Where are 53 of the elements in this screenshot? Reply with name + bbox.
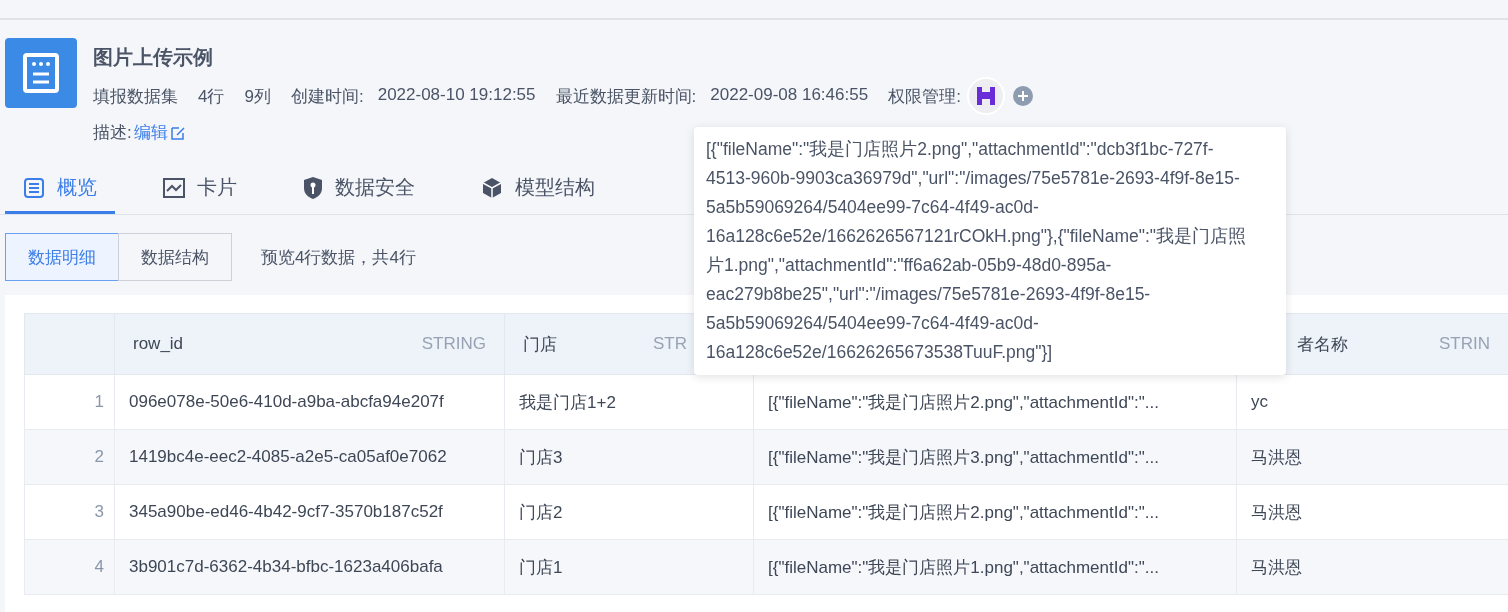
description-label: 描述: — [93, 122, 132, 144]
row-count: 4行 — [198, 85, 225, 108]
table-cell: 马洪恩 — [1236, 484, 1508, 540]
table-cell: [{"fileName":"我是门店照片3.png","attachmentId":"... — [753, 429, 1237, 485]
table-cell: 345a90be-ed46-4b42-9cf7-3570b187c52f — [114, 484, 505, 540]
column-type: STR — [653, 334, 687, 354]
cell-tooltip: [{"fileName":"我是门店照片2.png","attachmentId":"dcb3f1bc-727f-4513-960b-9903ca36979d","url":"/images/75e5781e-2693-4f9f-8e15-5a5b59069264/5404ee99-7c64-4f49-ac0d-16a128c6e52e/1662626567121rCOkH.png"},{"fileName":"我是门店照片1.png","attachmentId":"ff6a62ab-05b9-48d0-895a-eac279b8be25","url":"/images/75e5781e-2693-4f9f-8e15-5a5b59069264/5404ee99-7c64-4f49-ac0d-16a128c6e52e/16626265673538TuuF.png"}] — [694, 127, 1286, 375]
table-cell: 我是门店1+2 — [504, 374, 754, 430]
column-type: STRIN — [1439, 334, 1490, 354]
table-cell: [{"fileName":"我是门店照片2.png","attachmentId":"... — [753, 484, 1237, 540]
row-number: 1 — [24, 374, 115, 430]
table-cell: [{"fileName":"我是门店照片2.png","attachmentId":"... — [753, 374, 1237, 430]
table-cell: 门店3 — [504, 429, 754, 485]
add-icon[interactable] — [1012, 86, 1033, 106]
column-label: row_id — [133, 334, 184, 354]
tab[interactable]: 卡片 — [145, 164, 255, 214]
list-icon — [23, 176, 45, 199]
view-toggle[interactable]: 数据结构 — [118, 233, 232, 281]
dataset-title: 图片上传示例 — [93, 45, 214, 70]
table-cell: 门店2 — [504, 484, 754, 540]
row-number: 4 — [24, 539, 115, 595]
column-label: 者名称 — [1297, 333, 1348, 356]
dataset-icon — [5, 38, 77, 108]
edit-icon — [169, 124, 186, 141]
dataset-type: 填报数据集 — [93, 85, 178, 108]
table-cell: 096e078e-50e6-410d-a9ba-abcfa94e207f — [114, 374, 505, 430]
row-number: 2 — [24, 429, 115, 485]
table-cell: 门店1 — [504, 539, 754, 595]
view-toggle[interactable]: 数据明细 — [5, 233, 119, 281]
table-cell: 马洪恩 — [1236, 539, 1508, 595]
table-cell: yc — [1236, 374, 1508, 430]
table-cell: 1419bc4e-eec2-4085-a2e5-ca05af0e7062 — [114, 429, 505, 485]
preview-note: 预览4行数据，共4行 — [261, 246, 416, 269]
created-time: 2022-08-10 19:12:55 — [377, 84, 536, 106]
updated-label: 最近数据更新时间: — [555, 85, 697, 108]
tab[interactable]: 模型结构 — [463, 164, 613, 214]
created-label: 创建时间: — [290, 85, 364, 108]
table-cell: [{"fileName":"我是门店照片1.png","attachmentId":"... — [753, 539, 1237, 595]
column-count: 9列 — [244, 85, 271, 108]
updated-time: 2022-09-08 16:46:55 — [710, 84, 869, 106]
edit-link[interactable]: 编辑 — [133, 121, 186, 144]
row-number: 3 — [24, 484, 115, 540]
chart-icon — [163, 177, 185, 198]
column-type: STRING — [421, 334, 486, 354]
table-cell: 马洪恩 — [1236, 429, 1508, 485]
permission-label: 权限管理: — [888, 85, 961, 108]
avatar[interactable] — [966, 77, 1005, 115]
cube-icon — [481, 176, 503, 199]
table-cell: 3b901c7d-6362-4b34-bfbc-1623a406bafa — [114, 539, 505, 595]
column-label: 门店 — [523, 333, 557, 356]
tab[interactable]: 概览 — [5, 164, 115, 214]
tab[interactable]: 数据安全 — [285, 164, 433, 214]
shield-key-icon — [303, 176, 323, 199]
